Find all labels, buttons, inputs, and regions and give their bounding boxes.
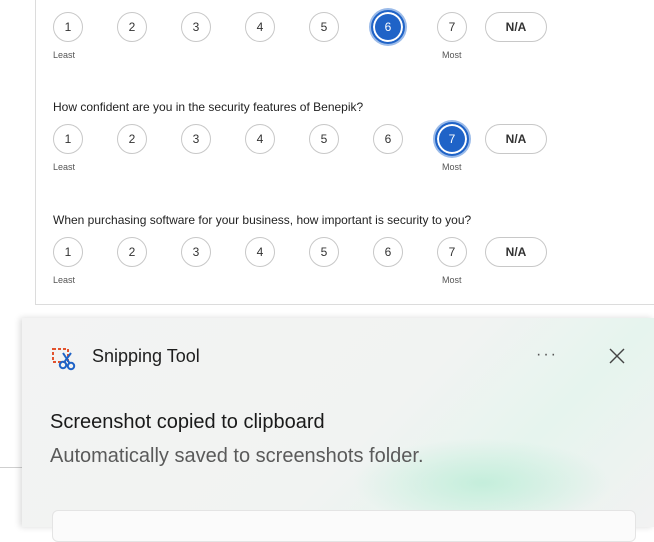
rating-2-q1[interactable]: 2 — [117, 12, 147, 42]
background-divider — [0, 467, 22, 468]
rating-1-q1[interactable]: 1 — [53, 12, 83, 42]
rating-na-q1[interactable]: N/A — [485, 12, 547, 42]
most-label-q3: Most — [442, 275, 462, 285]
rating-3-q1[interactable]: 3 — [181, 12, 211, 42]
close-icon[interactable] — [606, 345, 628, 367]
rating-3-q3[interactable]: 3 — [181, 237, 211, 267]
rating-row-q3: 1 2 3 4 5 6 7 N/A — [53, 237, 553, 269]
rating-2-q2[interactable]: 2 — [117, 124, 147, 154]
rating-na-q2[interactable]: N/A — [485, 124, 547, 154]
rating-7-q1[interactable]: 7 — [437, 12, 467, 42]
rating-4-q1[interactable]: 4 — [245, 12, 275, 42]
toast-subtitle: Automatically saved to screenshots folde… — [50, 445, 424, 467]
rating-5-q2[interactable]: 5 — [309, 124, 339, 154]
least-label-q1: Least — [53, 50, 76, 60]
snipping-tool-icon — [50, 345, 78, 373]
most-label-q1: Most — [442, 50, 462, 60]
toast-title: Screenshot copied to clipboard — [50, 411, 325, 433]
rating-row-q2: 1 2 3 4 5 6 7 N/A — [53, 122, 553, 156]
rating-na-q3[interactable]: N/A — [485, 237, 547, 267]
rating-6-q3[interactable]: 6 — [373, 237, 403, 267]
rating-2-q3[interactable]: 2 — [117, 237, 147, 267]
rating-6-q2[interactable]: 6 — [373, 124, 403, 154]
rating-1-q2[interactable]: 1 — [53, 124, 83, 154]
snipping-tool-toast[interactable]: Snipping Tool ··· Screenshot copied to c… — [22, 318, 654, 542]
rating-3-q2[interactable]: 3 — [181, 124, 211, 154]
rating-6-q1-selected[interactable]: 6 — [371, 10, 405, 44]
least-label-q2: Least — [53, 162, 76, 172]
question-3-text: When purchasing software for your busine… — [53, 213, 472, 227]
more-options-button[interactable]: ··· — [536, 346, 558, 364]
question-2-text: How confident are you in the security fe… — [53, 100, 364, 114]
screenshot-preview-card[interactable] — [52, 510, 636, 542]
toast-app-name: Snipping Tool — [92, 346, 200, 366]
rating-7-q3[interactable]: 7 — [437, 237, 467, 267]
rating-4-q3[interactable]: 4 — [245, 237, 275, 267]
survey-panel: 1 2 3 4 5 6 7 N/A Least Most How confide… — [0, 0, 654, 320]
rating-5-q1[interactable]: 5 — [309, 12, 339, 42]
most-label-q2: Most — [442, 162, 462, 172]
rating-5-q3[interactable]: 5 — [309, 237, 339, 267]
least-label-q3: Least — [53, 275, 76, 285]
rating-4-q2[interactable]: 4 — [245, 124, 275, 154]
rating-row-q1: 1 2 3 4 5 6 7 N/A — [53, 10, 553, 44]
rating-1-q3[interactable]: 1 — [53, 237, 83, 267]
rating-7-q2-selected[interactable]: 7 — [435, 122, 469, 156]
